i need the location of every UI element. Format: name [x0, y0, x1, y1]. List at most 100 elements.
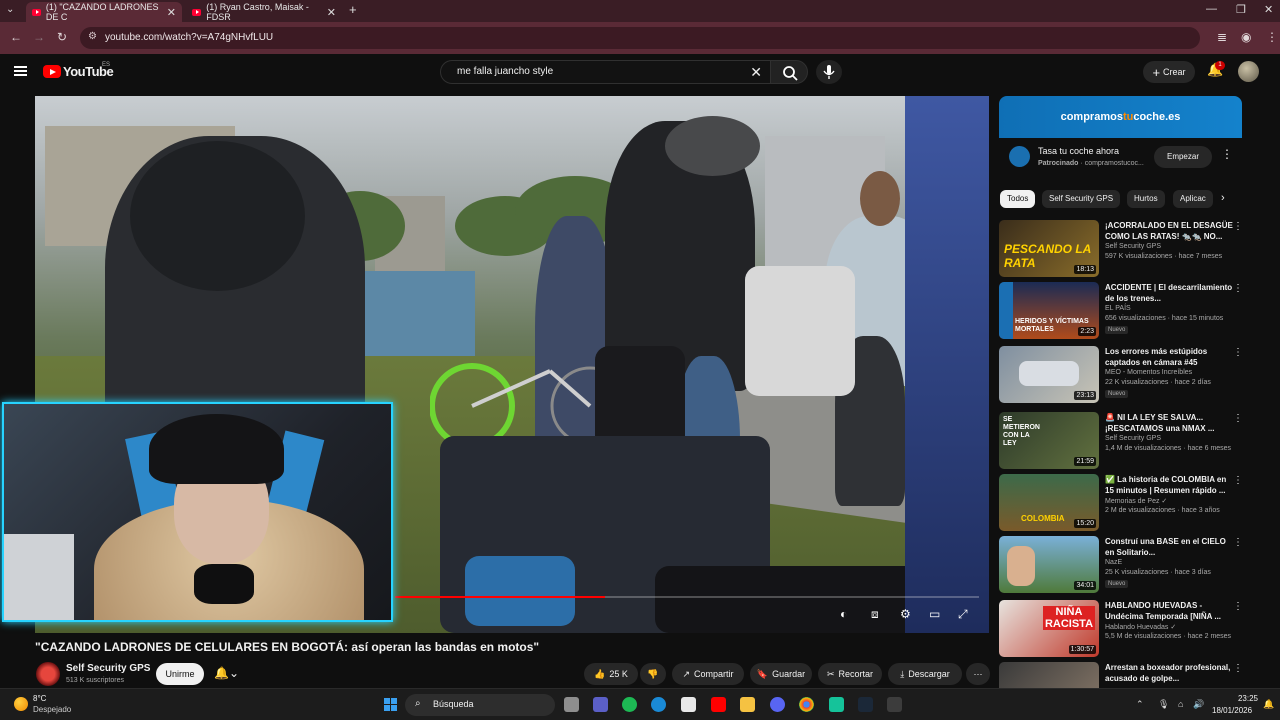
taskbar-search[interactable]: ⌕ Búsqueda	[405, 694, 555, 716]
reading-list-icon[interactable]: ≣	[1217, 30, 1227, 44]
recommendation-item[interactable]: 23:13 Los errores más estúpidos captados…	[999, 346, 1259, 404]
spotify-icon[interactable]	[622, 697, 637, 712]
task-view-icon[interactable]	[564, 697, 579, 712]
rec-channel[interactable]: EL PAÍS	[1105, 305, 1131, 312]
tab-search-icon[interactable]: ⌄	[6, 4, 14, 15]
site-info-icon[interactable]: ⚙	[88, 31, 97, 42]
menu-hamburger-icon[interactable]	[14, 66, 27, 76]
steam-icon[interactable]	[858, 697, 873, 712]
notification-center-icon[interactable]: 🔔	[1263, 699, 1274, 710]
store-icon[interactable]	[681, 697, 696, 712]
dislike-button[interactable]: 👎	[640, 663, 666, 685]
like-button[interactable]: 👍 25 K	[584, 663, 638, 685]
recommendation-item[interactable]: 34:01 Construí una BASE en el CIELO en S…	[999, 536, 1259, 594]
subscribed-bell-icon[interactable]: 🔔⌄	[214, 666, 239, 680]
more-icon[interactable]: ⋮	[1233, 475, 1243, 486]
ad-more-icon[interactable]: ⋮	[1221, 147, 1233, 161]
youtube-logo-icon[interactable]	[43, 65, 61, 78]
edge-icon[interactable]	[651, 697, 666, 712]
rec-title[interactable]: Arrestan a boxeador profesional, acusado…	[1105, 662, 1237, 684]
more-icon[interactable]: ⋮	[1233, 283, 1243, 294]
join-button[interactable]: Unirme	[156, 663, 204, 685]
clock-date[interactable]: 18/01/2026	[1212, 706, 1252, 715]
more-icon[interactable]: ⋮	[1233, 663, 1243, 674]
rec-title[interactable]: HABLANDO HUEVADAS - Undécima Temporada […	[1105, 600, 1237, 622]
teams-icon[interactable]	[593, 697, 608, 712]
more-icon[interactable]: ⋮	[1233, 413, 1243, 424]
create-button[interactable]: + Crear	[1143, 61, 1195, 83]
video-thumbnail[interactable]: PESCANDO LA RATA 18:13	[999, 220, 1099, 277]
video-thumbnail[interactable]: HERIDOS Y VÍCTIMAS MORTALES 2:23	[999, 282, 1099, 339]
rec-title[interactable]: Los errores más estúpidos captados en cá…	[1105, 346, 1237, 368]
close-icon[interactable]: ✕	[167, 6, 176, 19]
profile-icon[interactable]: ◉	[1241, 30, 1251, 44]
reload-icon[interactable]: ↻	[57, 30, 67, 44]
rec-title[interactable]: 🚨 NI LA LEY SE SALVA... ¡RESCATAMOS una …	[1105, 412, 1237, 434]
rec-channel[interactable]: Self Security GPS	[1105, 435, 1161, 442]
windows-start-icon[interactable]	[384, 698, 398, 712]
chrome-icon[interactable]	[799, 697, 814, 712]
clear-search-icon[interactable]: ✕	[750, 64, 762, 81]
rec-title[interactable]: ✅ La historia de COLOMBIA en 15 minutos …	[1105, 474, 1237, 496]
recommendation-item[interactable]: PESCANDO LA RATA 18:13 ¡ACORRALADO EN EL…	[999, 220, 1259, 278]
video-progress-bar[interactable]	[395, 596, 979, 598]
app-icon[interactable]	[887, 697, 902, 712]
back-icon[interactable]: ←	[10, 30, 22, 44]
recommendation-item[interactable]: HERIDOS Y VÍCTIMAS MORTALES 2:23 ACCIDEN…	[999, 282, 1259, 340]
search-input[interactable]: me falla juancho style ✕	[440, 60, 770, 84]
rec-channel[interactable]: Memorias de Pez ✓	[1105, 497, 1167, 505]
ad-cta-button[interactable]: Empezar	[1154, 146, 1212, 168]
autoplay-toggle[interactable]: ◐	[840, 607, 847, 621]
file-explorer-icon[interactable]	[740, 697, 755, 712]
volume-icon[interactable]: 🔊	[1193, 699, 1204, 710]
chip-channel[interactable]: Self Security GPS	[1042, 190, 1121, 208]
new-tab-button[interactable]: +	[349, 2, 357, 17]
ad-banner[interactable]: compramostucoche.es	[999, 96, 1242, 138]
close-icon[interactable]: ✕	[327, 6, 336, 19]
rec-channel[interactable]: Self Security GPS	[1105, 243, 1161, 250]
recommendation-item[interactable]: Arrestan a boxeador profesional, acusado…	[999, 662, 1259, 688]
tab-music[interactable]: (1) Ryan Castro, Maisak - FDSR ✕	[186, 2, 342, 22]
channel-avatar[interactable]	[36, 662, 60, 686]
more-icon[interactable]: ⋮	[1233, 601, 1243, 612]
video-thumbnail[interactable]: NIÑA RACISTA 1:30:57	[999, 600, 1099, 657]
video-thumbnail[interactable]: COLOMBIA 15:20	[999, 474, 1099, 531]
save-button[interactable]: 🔖 Guardar	[750, 663, 812, 685]
share-button[interactable]: ↗ Compartir	[672, 663, 744, 685]
address-bar[interactable]: ⚙ youtube.com/watch?v=A74gNHvfLUU	[80, 27, 1200, 49]
video-thumbnail[interactable]: 34:01	[999, 536, 1099, 593]
maximize-icon[interactable]: ❐	[1236, 3, 1246, 16]
menu-icon[interactable]: ⋮	[1266, 30, 1278, 44]
miniplayer-icon[interactable]: ▭	[929, 607, 940, 621]
recommendation-item[interactable]: COLOMBIA 15:20 ✅ La historia de COLOMBIA…	[999, 474, 1259, 532]
network-icon[interactable]: ⌂	[1178, 699, 1183, 709]
more-icon[interactable]: ⋮	[1233, 221, 1243, 232]
recommendation-item[interactable]: NIÑA RACISTA 1:30:57 HABLANDO HUEVADAS -…	[999, 600, 1259, 658]
fullscreen-icon[interactable]: ⤢	[958, 607, 968, 622]
account-avatar[interactable]	[1238, 61, 1259, 82]
clock-time[interactable]: 23:25	[1226, 694, 1258, 703]
clip-button[interactable]: ✂ Recortar	[818, 663, 882, 685]
ad-card[interactable]: Tasa tu coche ahora Patrocinado · compra…	[999, 138, 1242, 178]
rec-channel[interactable]: Hablando Huevadas ✓	[1105, 623, 1176, 631]
mic-tray-icon[interactable]: 🎙	[1158, 699, 1169, 710]
search-button[interactable]	[770, 60, 808, 84]
weather-icon[interactable]	[14, 697, 28, 711]
rec-channel[interactable]: NazE	[1105, 559, 1122, 566]
chip-hurtos[interactable]: Hurtos	[1127, 190, 1165, 208]
more-icon[interactable]: ⋮	[1233, 347, 1243, 358]
download-button[interactable]: ⤓ Descargar	[888, 663, 962, 685]
video-thumbnail[interactable]: SE METIERON CON LA LEY 21:59	[999, 412, 1099, 469]
video-thumbnail[interactable]	[999, 662, 1099, 688]
rec-channel[interactable]: MEO - Momentos Increíbles	[1105, 369, 1192, 376]
tray-chevron-icon[interactable]: ⌃	[1136, 699, 1144, 710]
minimize-icon[interactable]: —	[1206, 3, 1217, 15]
forward-icon[interactable]: →	[33, 30, 45, 44]
chevron-right-icon[interactable]: ›	[1221, 192, 1225, 204]
app-icon[interactable]	[829, 697, 844, 712]
youtube-app-icon[interactable]	[711, 697, 726, 712]
subtitles-icon[interactable]: ⧈	[871, 607, 879, 622]
rec-title[interactable]: ¡ACORRALADO EN EL DESAGÜE COMO LAS RATAS…	[1105, 220, 1237, 242]
more-actions-button[interactable]: ⋯	[966, 663, 990, 685]
chip-aplicaciones[interactable]: Aplicac	[1173, 190, 1213, 208]
